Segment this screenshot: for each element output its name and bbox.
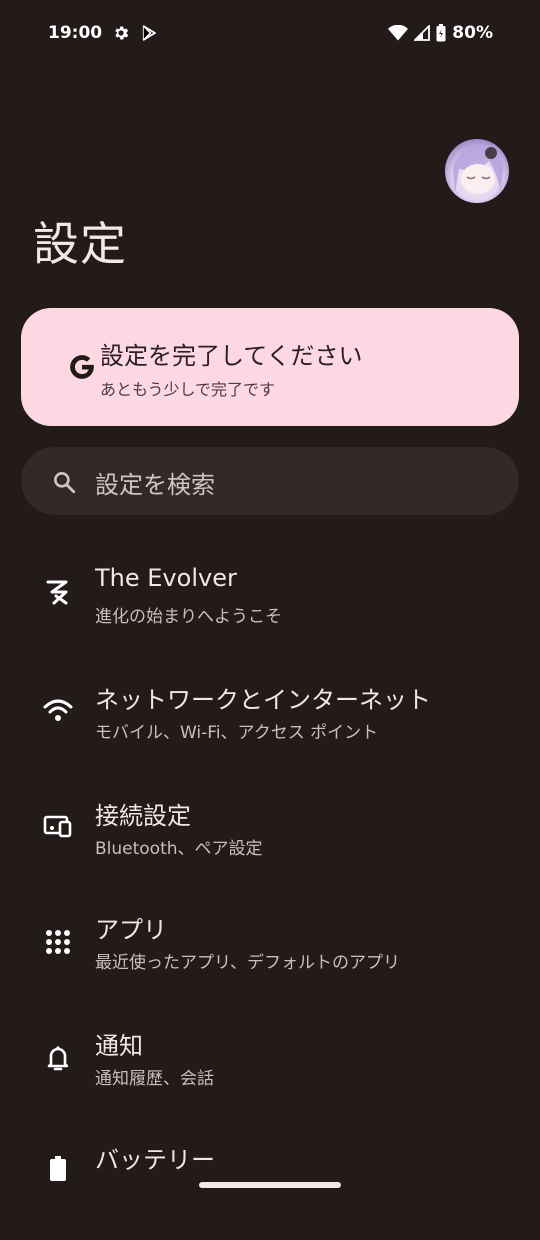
battery-icon (436, 24, 446, 42)
settings-item-title: 接続設定 (95, 802, 191, 830)
page-title: 設定 (33, 217, 127, 271)
setup-card-title: 設定を完了してください (100, 342, 363, 370)
gear-icon (112, 24, 130, 42)
evolver-icon (42, 576, 74, 608)
settings-item-network[interactable]: ネットワークとインターネット モバイル、Wi-Fi、アクセス ポイント (0, 676, 540, 776)
clock: 19:00 (48, 23, 103, 43)
wifi-icon (42, 694, 74, 726)
battery-icon (42, 1154, 74, 1186)
settings-item-connected-devices[interactable]: 接続設定 Bluetooth、ペア設定 (0, 792, 540, 892)
settings-search[interactable]: 設定を検索 (21, 447, 519, 515)
battery-level: 80% (452, 23, 493, 43)
settings-item-subtitle: 最近使ったアプリ、デフォルトのアプリ (95, 953, 400, 973)
wifi-icon (388, 25, 409, 41)
gesture-navigation-bar[interactable] (199, 1182, 341, 1188)
bell-icon (42, 1042, 74, 1074)
settings-item-subtitle: 進化の始まりへようこそ (95, 607, 282, 627)
play-store-icon (140, 24, 158, 42)
settings-item-subtitle: Bluetooth、ペア設定 (95, 839, 263, 859)
apps-grid-icon (42, 926, 74, 958)
settings-item-title: The Evolver (95, 564, 237, 592)
search-placeholder: 設定を検索 (95, 471, 215, 499)
settings-item-title: アプリ (95, 916, 167, 944)
devices-icon (42, 810, 74, 842)
settings-item-title: バッテリー (95, 1146, 215, 1174)
settings-item-battery[interactable]: バッテリー (0, 1140, 540, 1240)
settings-item-apps[interactable]: アプリ 最近使ったアプリ、デフォルトのアプリ (0, 908, 540, 1008)
search-icon (51, 469, 77, 499)
signal-icon (414, 25, 431, 41)
setup-card-subtitle: あともう少しで完了です (100, 380, 276, 399)
settings-item-subtitle: 通知履歴、会話 (95, 1069, 214, 1089)
settings-item-notifications[interactable]: 通知 通知履歴、会話 (0, 1024, 540, 1124)
google-g-icon (67, 352, 97, 386)
account-avatar[interactable] (445, 139, 509, 203)
settings-item-the-evolver[interactable]: The Evolver 進化の始まりへようこそ (0, 560, 540, 660)
status-bar: 19:00 80% (0, 0, 540, 66)
settings-item-title: ネットワークとインターネット (95, 686, 431, 714)
settings-item-title: 通知 (95, 1032, 143, 1060)
settings-item-subtitle: モバイル、Wi-Fi、アクセス ポイント (95, 723, 379, 743)
